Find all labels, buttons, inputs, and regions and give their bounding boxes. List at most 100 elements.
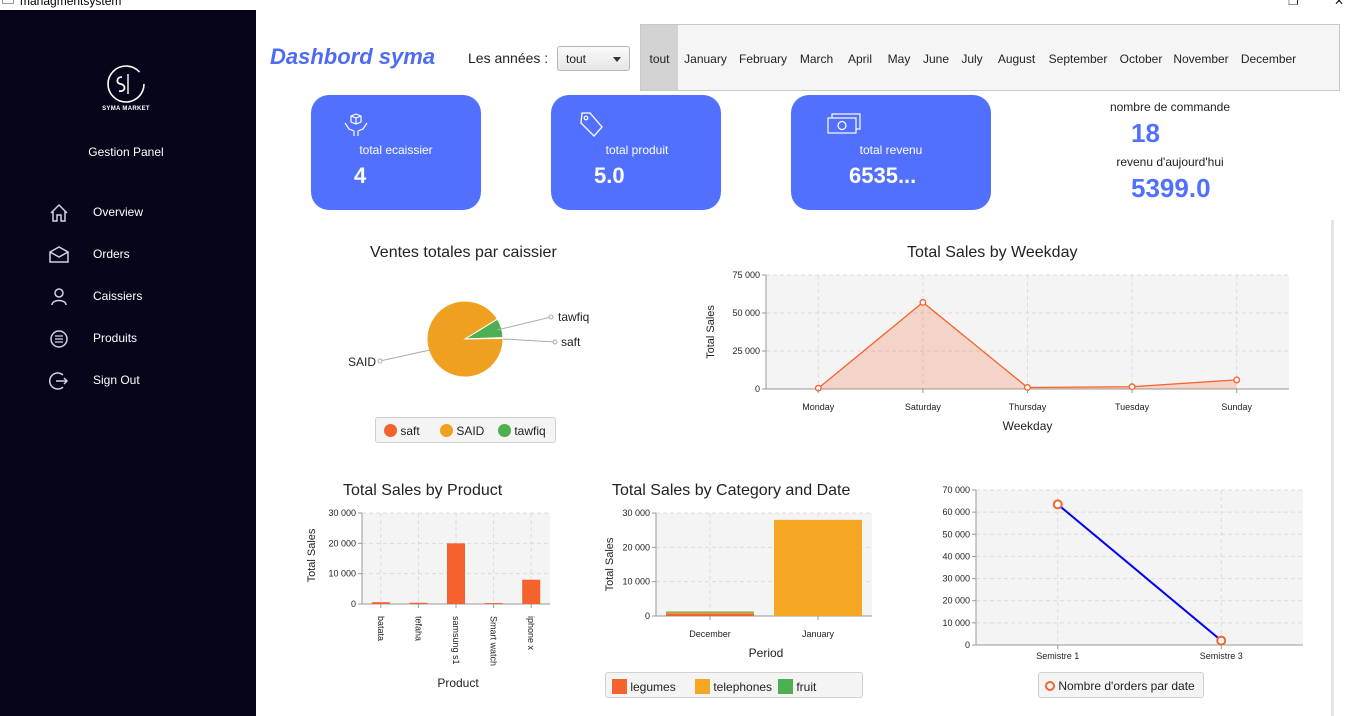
y-tick-label: 30 000 xyxy=(942,574,970,584)
sidebar-item-label: Orders xyxy=(93,247,130,261)
bar-telephones xyxy=(666,612,754,614)
y-tick-label: 30 000 xyxy=(328,508,356,518)
plot-area xyxy=(766,275,1289,389)
x-tick-label: iphone x xyxy=(526,616,536,651)
pie-label-saft: saft xyxy=(561,335,581,349)
y-tick-label: 0 xyxy=(351,599,356,609)
category-legend: legumes telephones fruit xyxy=(605,672,863,698)
product-chart-title: Total Sales by Product xyxy=(343,482,503,499)
hands-box-icon xyxy=(344,113,368,136)
card-total-produit: total produit 5.0 xyxy=(551,95,721,210)
month-tab-bar: tout January February March April May June July… xyxy=(640,24,1340,91)
sidebar-item-sign-out[interactable]: Sign Out xyxy=(48,368,238,392)
envelope-icon xyxy=(49,246,69,263)
bar xyxy=(522,579,541,604)
x-axis-label: Product xyxy=(437,676,479,690)
y-tick-label: 30 000 xyxy=(622,508,650,518)
sidebar-item-label: Sign Out xyxy=(93,373,140,387)
pie-slice-tawfiq xyxy=(463,318,504,340)
tab-march[interactable]: March xyxy=(793,25,840,90)
data-point xyxy=(1216,635,1227,646)
year-select[interactable]: tout xyxy=(557,46,630,71)
user-icon xyxy=(51,288,67,306)
card-total-ecaissier: total ecaissier 4 xyxy=(311,95,481,210)
y-tick-label: 10 000 xyxy=(942,618,970,628)
legend-item: SAID xyxy=(440,424,484,438)
x-tick-label: Smart watch xyxy=(489,616,499,666)
tab-september[interactable]: September xyxy=(1043,25,1113,90)
data-point xyxy=(919,298,927,306)
y-tick-label: 20 000 xyxy=(328,538,356,548)
y-axis-label: Total Sales xyxy=(604,537,616,591)
sign-out-icon xyxy=(48,372,69,390)
orders-count-label: nombre de commande xyxy=(1109,100,1231,114)
y-tick-label: 0 xyxy=(645,611,650,621)
pie-legend: saft SAID tawfiq xyxy=(375,417,556,443)
sidebar-item-caissiers[interactable]: Caissiers xyxy=(48,284,238,308)
area-fill xyxy=(818,302,1237,389)
sidebar-item-orders[interactable]: Orders xyxy=(48,242,238,266)
x-tick-label: Semistre 1 xyxy=(1036,651,1079,661)
window-titlebar: managmentsystem ❐ ✕ xyxy=(0,0,1352,10)
card-value: 5.0 xyxy=(594,163,625,188)
x-axis-label: Period xyxy=(749,646,784,660)
card-total-revenu: total revenu 6535... xyxy=(791,95,991,210)
category-chart-title: Total Sales by Category and Date xyxy=(612,482,851,499)
restore-icon[interactable]: ❐ xyxy=(1288,0,1299,8)
y-tick-label: 40 000 xyxy=(942,551,970,561)
y-axis-label: Total Sales xyxy=(306,528,318,582)
x-tick-label: December xyxy=(689,629,731,639)
bar xyxy=(409,602,428,604)
sidebar-item-overview[interactable]: Overview xyxy=(48,200,238,224)
x-tick-label: Semistre 3 xyxy=(1200,651,1243,661)
y-tick-label: 20 000 xyxy=(622,542,650,552)
data-point xyxy=(1233,376,1241,384)
weekday-chart-title: Total Sales by Weekday xyxy=(907,244,1078,261)
syma-logo-icon xyxy=(107,65,145,103)
year-label: Les années : xyxy=(468,50,549,66)
panel-title: Gestion Panel xyxy=(88,145,164,159)
tab-may[interactable]: May xyxy=(880,25,918,90)
bar xyxy=(447,543,465,604)
y-axis-label: Total Sales xyxy=(705,305,717,359)
scrollbar[interactable] xyxy=(1331,220,1334,716)
tab-august[interactable]: August xyxy=(990,25,1043,90)
x-tick-label: batata xyxy=(376,616,386,641)
y-tick-label: 20 000 xyxy=(942,596,970,606)
tab-june[interactable]: June xyxy=(918,25,954,90)
bar-legumes xyxy=(666,613,754,616)
x-tick-label: January xyxy=(802,629,835,639)
orders-count-value: 18 xyxy=(1131,118,1160,148)
page-title: Dashbord syma xyxy=(270,44,436,69)
tab-november[interactable]: November xyxy=(1169,25,1233,90)
close-icon[interactable]: ✕ xyxy=(1334,0,1344,8)
tab-april[interactable]: April xyxy=(840,25,880,90)
tab-december[interactable]: December xyxy=(1233,25,1304,90)
tab-february[interactable]: February xyxy=(733,25,793,90)
x-axis-label: Weekday xyxy=(1003,419,1053,433)
plot-area xyxy=(362,513,550,604)
bar xyxy=(371,602,390,604)
y-tick-label: 60 000 xyxy=(942,507,970,517)
leader-dot xyxy=(548,314,554,320)
tab-tout[interactable]: tout xyxy=(641,25,678,90)
list-circle-icon xyxy=(50,330,68,348)
x-tick-label: tefaha xyxy=(413,616,423,641)
sidebar-item-produits[interactable]: Produits xyxy=(48,326,238,350)
series-line xyxy=(1057,503,1222,642)
chevron-down-icon xyxy=(613,57,621,62)
legend-item: saft xyxy=(384,424,420,438)
leader-line xyxy=(379,349,431,362)
logo-text: SYMA MARKET xyxy=(102,106,150,112)
leader-line xyxy=(502,338,556,343)
sidebar xyxy=(0,10,256,716)
pie-label-tawfiq: tawfiq xyxy=(558,310,589,324)
plot-area xyxy=(656,513,872,616)
tab-october[interactable]: October xyxy=(1113,25,1169,90)
bar xyxy=(484,603,503,604)
leader-line xyxy=(496,316,552,331)
tab-july[interactable]: July xyxy=(954,25,990,90)
tab-january[interactable]: January xyxy=(678,25,733,90)
sidebar-item-label: Produits xyxy=(93,331,138,345)
legend-item: tawfiq xyxy=(498,424,546,438)
